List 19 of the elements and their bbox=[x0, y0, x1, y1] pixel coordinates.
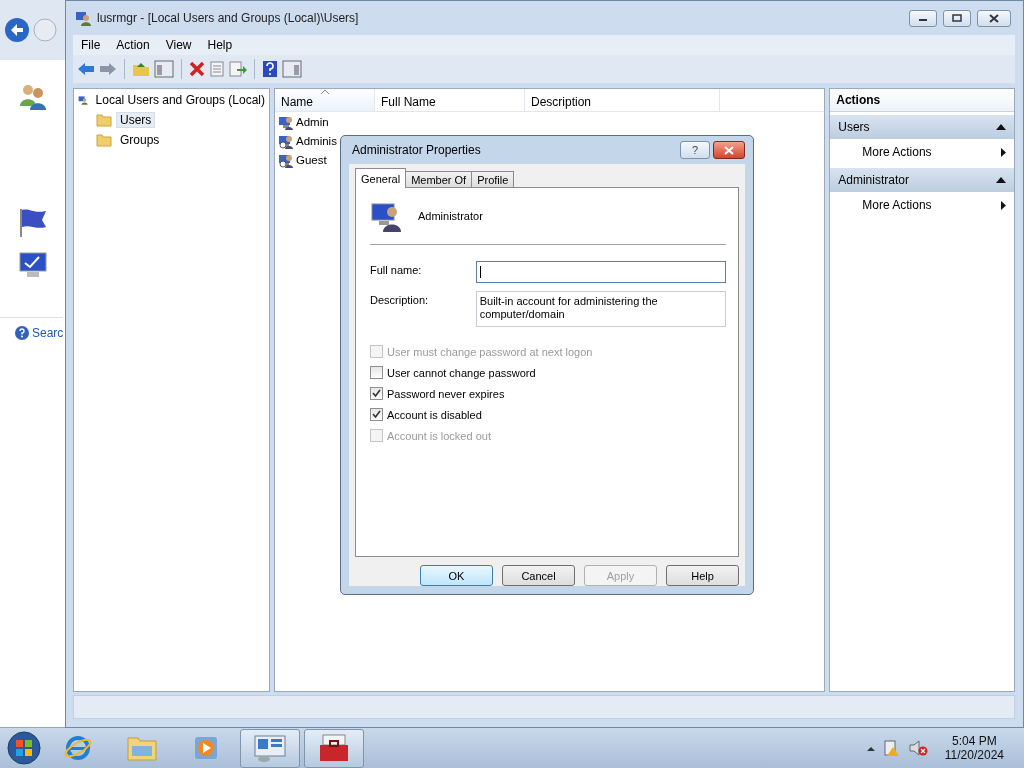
user-name: Adminis bbox=[296, 134, 337, 147]
dialog-title: Administrator Properties bbox=[351, 143, 482, 157]
user-name: Guest bbox=[296, 153, 327, 166]
checkbox-label: User cannot change password bbox=[387, 366, 536, 379]
field-label: Description: bbox=[370, 293, 430, 308]
action-label: More Actions bbox=[862, 198, 932, 212]
user-name: Administrator bbox=[418, 210, 483, 222]
checkbox-label: User must change password at next logon bbox=[387, 345, 593, 358]
section-title: Administrator bbox=[838, 173, 909, 187]
clock-date: 11/20/2024 bbox=[944, 748, 1004, 762]
user-name: Admin bbox=[296, 115, 329, 128]
section-title: Users bbox=[838, 120, 870, 134]
clock-time: 5:04 PM bbox=[952, 734, 997, 748]
checkbox-label: Password never expires bbox=[387, 387, 505, 400]
checkbox-label: Account is disabled bbox=[387, 408, 482, 421]
field-label: Full name: bbox=[370, 263, 423, 278]
window-title: lusrmgr - [Local Users and Groups (Local)\Users] bbox=[97, 11, 360, 25]
checkbox-label: Account is locked out bbox=[387, 429, 491, 442]
action-label: More Actions bbox=[862, 145, 932, 159]
